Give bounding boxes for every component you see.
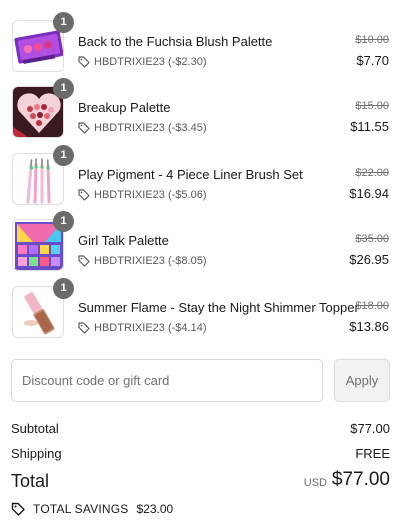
product-thumbnail: 1 — [12, 278, 74, 338]
tag-icon — [78, 122, 90, 134]
discount-code-text: HBDTRIXIE23 (-$3.45) — [94, 122, 207, 134]
tag-icon — [78, 189, 90, 201]
quantity-badge: 1 — [53, 278, 74, 299]
original-price: $22.00 — [355, 167, 389, 179]
quantity-badge: 1 — [53, 211, 74, 232]
tag-icon — [78, 255, 90, 267]
item-discount: HBDTRIXIE23 (-$2.30) — [78, 56, 206, 68]
line-item: 1 Summer Flame - Stay the Night Shimmer … — [0, 278, 400, 338]
original-price: $35.00 — [355, 233, 389, 245]
discounted-price: $26.95 — [349, 252, 389, 267]
product-name: Play Pigment - 4 Piece Liner Brush Set — [78, 167, 303, 182]
product-thumbnail: 1 — [12, 145, 74, 205]
shipping-value: FREE — [355, 446, 390, 461]
quantity-badge: 1 — [53, 145, 74, 166]
discounted-price: $13.86 — [349, 319, 389, 334]
subtotal-value: $77.00 — [350, 421, 390, 436]
item-discount: HBDTRIXIE23 (-$8.05) — [78, 255, 206, 267]
item-discount: HBDTRIXIE23 (-$3.45) — [78, 122, 206, 134]
shipping-label: Shipping — [11, 446, 62, 461]
item-discount: HBDTRIXIE23 (-$5.06) — [78, 189, 206, 201]
savings-value: $23.00 — [136, 502, 174, 516]
total-savings: TOTAL SAVINGS $23.00 — [11, 502, 173, 516]
line-item: 1 Girl Talk Palette HBDTRIXIE23 (-$8.05)… — [0, 211, 400, 271]
product-thumbnail: 1 — [12, 211, 74, 271]
discount-code-input[interactable] — [11, 359, 323, 402]
currency-code: USD — [303, 477, 327, 489]
original-price: $15.00 — [355, 100, 389, 112]
item-discount: HBDTRIXIE23 (-$4.14) — [78, 322, 206, 334]
line-item: 1 Breakup Palette HBDTRIXIE23 (-$3.45) $… — [0, 78, 400, 138]
line-item: 1 Back to the Fuchsia Blush Palette HBDT… — [0, 12, 400, 72]
total-label: Total — [11, 471, 50, 491]
tag-icon — [78, 56, 90, 68]
product-name: Breakup Palette — [78, 100, 171, 115]
product-name: Back to the Fuchsia Blush Palette — [78, 34, 273, 49]
product-thumbnail: 1 — [12, 78, 74, 138]
original-price: $18.00 — [355, 300, 389, 312]
product-thumbnail: 1 — [12, 12, 74, 72]
subtotal-row: Subtotal $77.00 — [11, 421, 390, 436]
total-amount: $77.00 — [331, 469, 390, 490]
discounted-price: $16.94 — [349, 186, 389, 201]
line-item: 1 Play Pigment - 4 Piece Liner Brush Set… — [0, 145, 400, 205]
quantity-badge: 1 — [53, 78, 74, 99]
shipping-row: Shipping FREE — [11, 446, 390, 461]
tag-icon — [11, 502, 25, 516]
discounted-price: $11.55 — [350, 119, 389, 134]
discounted-price: $7.70 — [356, 53, 389, 68]
discount-code-text: HBDTRIXIE23 (-$8.05) — [94, 255, 207, 267]
product-name: Girl Talk Palette — [78, 233, 169, 248]
savings-label: TOTAL SAVINGS — [33, 502, 129, 516]
subtotal-label: Subtotal — [11, 421, 59, 436]
tag-icon — [78, 322, 90, 334]
total-row: Total USD $77.00 — [11, 469, 390, 495]
discount-code-text: HBDTRIXIE23 (-$4.14) — [94, 322, 207, 334]
quantity-badge: 1 — [53, 12, 74, 33]
discount-code-text: HBDTRIXIE23 (-$2.30) — [94, 56, 207, 68]
discount-code-text: HBDTRIXIE23 (-$5.06) — [94, 189, 207, 201]
product-name: Summer Flame - Stay the Night Shimmer To… — [78, 300, 359, 315]
original-price: $10.00 — [355, 34, 389, 46]
apply-button[interactable]: Apply — [334, 359, 390, 402]
